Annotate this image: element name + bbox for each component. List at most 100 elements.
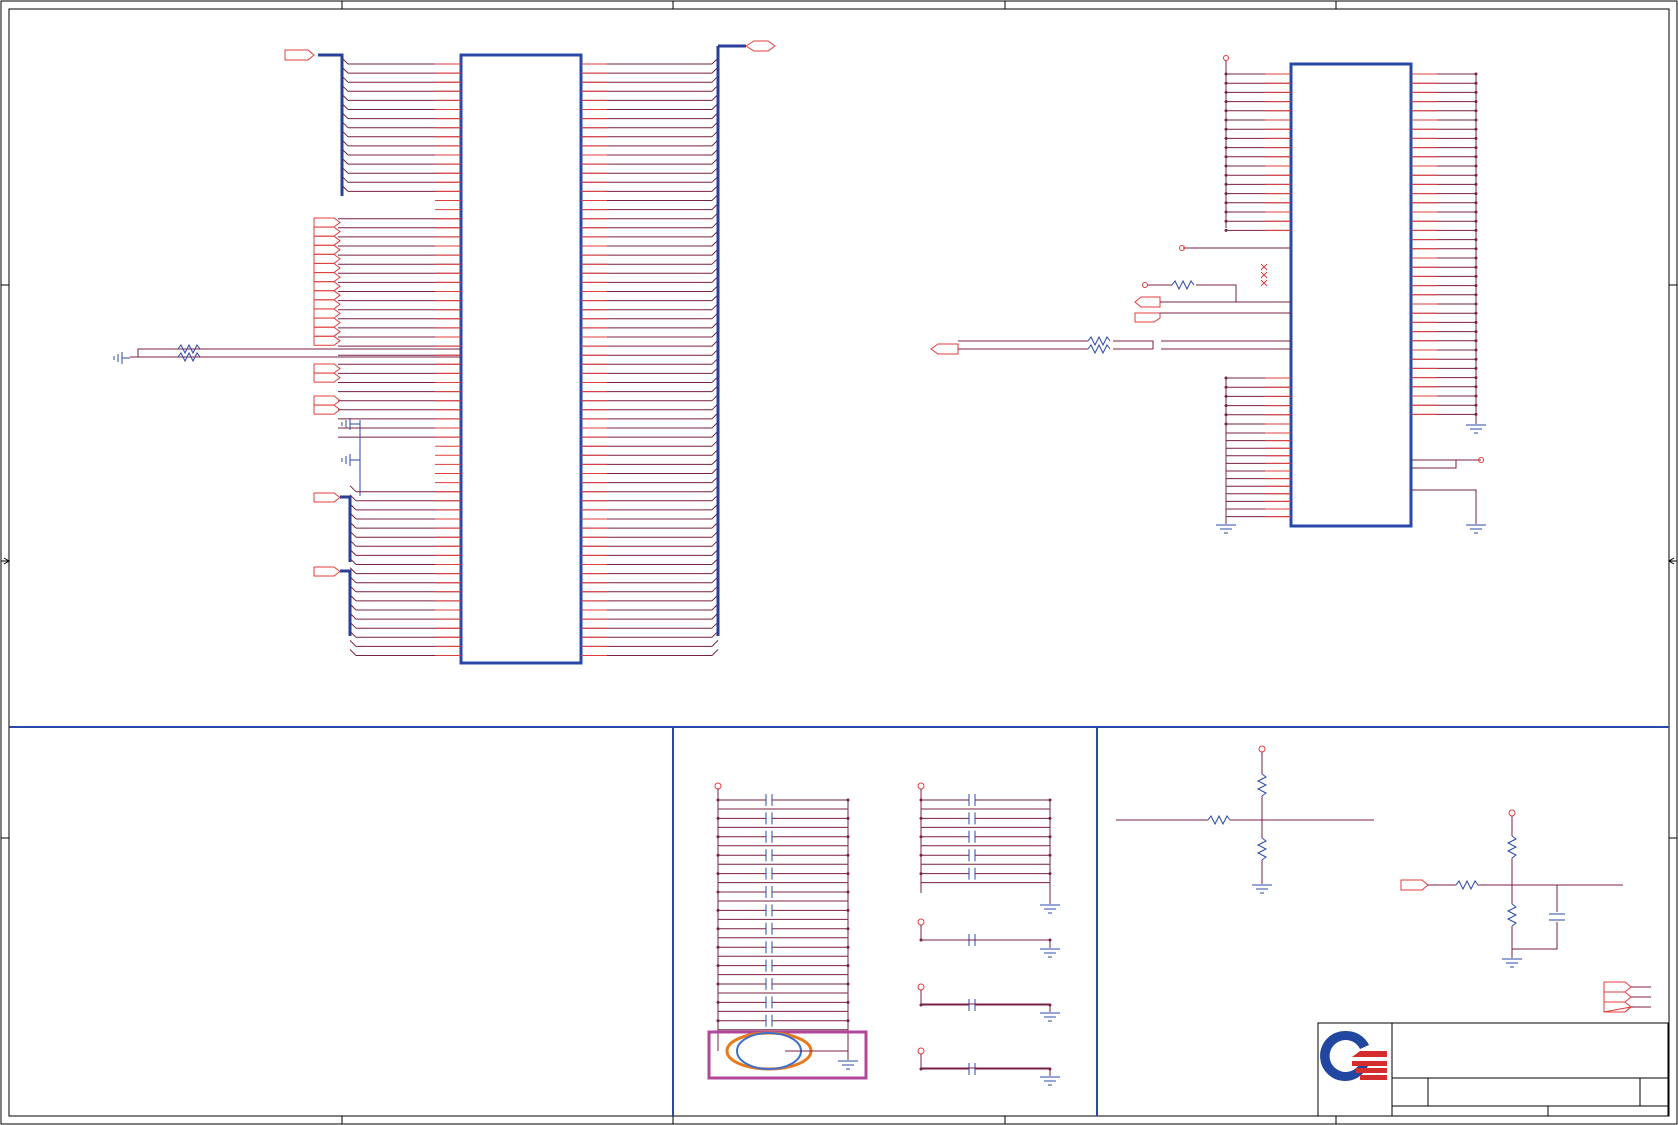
ground-icon	[341, 418, 361, 460]
pin-row	[1224, 81, 1478, 85]
pin-row	[1224, 210, 1478, 214]
bus-right	[716, 44, 746, 636]
pin-row	[349, 558, 719, 565]
offpage-connector	[313, 253, 341, 264]
offpage-connector-cluster	[1603, 981, 1651, 1013]
capacitor	[716, 794, 850, 806]
pin-row	[338, 385, 719, 393]
pin-row	[1411, 330, 1478, 334]
pin-row	[338, 248, 719, 256]
pin-row	[1411, 302, 1478, 306]
pin-row	[341, 185, 719, 192]
pin-row	[349, 512, 719, 520]
pin-row	[1411, 265, 1478, 269]
capacitor	[716, 1014, 850, 1027]
resistor-divider-circuit-1	[1116, 745, 1374, 894]
capacitor	[716, 978, 850, 990]
pin-row	[341, 112, 719, 120]
ground-icon	[1040, 904, 1060, 914]
pin-row	[338, 403, 719, 411]
pin-row	[349, 539, 719, 547]
schematic-sheet	[0, 0, 1678, 1125]
pin-row	[338, 421, 719, 429]
pin-row	[341, 57, 719, 65]
pin-row	[338, 321, 719, 329]
bus-left-top	[318, 53, 344, 196]
pin-row	[1224, 90, 1478, 94]
bus-left-mid2	[340, 569, 352, 636]
highlight-box	[707, 1030, 868, 1080]
ground-icon	[1040, 948, 1060, 958]
bus-left-mid1	[340, 495, 352, 562]
ground-icon	[1502, 958, 1522, 968]
offpage-connector	[313, 317, 341, 328]
ground-icon	[1252, 884, 1272, 894]
offpage-connector	[313, 272, 341, 283]
pin-row	[349, 530, 719, 538]
pin-row	[1224, 72, 1478, 76]
capacitor	[919, 794, 1052, 806]
capacitor	[919, 867, 1052, 880]
pin-row	[1411, 348, 1478, 352]
offpage-connector	[313, 395, 341, 406]
pin-row	[338, 367, 719, 374]
pin-row	[1224, 201, 1478, 205]
pin-row	[338, 221, 719, 229]
pin-row	[1224, 173, 1478, 177]
capacitor	[716, 849, 850, 862]
pin-row	[435, 439, 719, 447]
pin-row	[1411, 284, 1478, 288]
pin-row	[1224, 155, 1478, 159]
pin-row	[349, 603, 719, 611]
capacitor	[919, 1063, 1052, 1075]
pin-row	[338, 212, 719, 220]
pin-row	[349, 612, 719, 620]
pin-row	[1411, 238, 1478, 242]
ground-icon	[1411, 489, 1486, 534]
pin-row	[1411, 339, 1478, 343]
pin-row	[341, 66, 719, 74]
pin-row	[349, 521, 719, 529]
pin-row	[349, 576, 719, 584]
pin-row	[435, 467, 719, 474]
pin-row	[1224, 127, 1478, 131]
ground-icon	[838, 1060, 858, 1070]
pin-row	[341, 157, 719, 165]
pin-row	[338, 276, 719, 283]
capacitor	[716, 830, 850, 843]
pin-row	[349, 621, 719, 629]
pin-row	[338, 257, 719, 265]
offpage-connector	[313, 217, 341, 228]
pin-row	[1411, 311, 1478, 315]
pin-row	[338, 339, 719, 347]
pin-row	[341, 139, 719, 147]
pin-row	[338, 294, 719, 302]
pin-row	[341, 148, 719, 156]
ground-icon	[1040, 1076, 1060, 1086]
pin-row	[1224, 100, 1478, 104]
offpage-connector	[313, 226, 341, 237]
pin-row	[1224, 182, 1478, 186]
pin-row	[1224, 146, 1478, 150]
pin-row	[349, 649, 719, 656]
offpage-connector	[313, 492, 341, 503]
offpage-connector-right-2	[1134, 312, 1161, 323]
pin-row	[435, 194, 719, 201]
offpage-connector	[313, 281, 341, 292]
capacitor	[919, 812, 1052, 825]
pin-row	[338, 430, 719, 438]
capacitor	[716, 996, 850, 1009]
pin-row	[1411, 320, 1478, 324]
offpage-connector	[313, 263, 341, 273]
pin-row	[338, 303, 719, 311]
pin-row	[341, 166, 719, 174]
pin-row	[338, 348, 719, 356]
right-arrow-marker	[1668, 557, 1677, 565]
offpage-connector	[313, 290, 341, 301]
pin-row	[435, 458, 719, 465]
ground-icon	[113, 352, 130, 364]
pin-row	[341, 121, 719, 129]
pin-row	[338, 312, 719, 320]
offpage-connector	[313, 308, 341, 319]
ic-body-right	[1289, 62, 1413, 528]
